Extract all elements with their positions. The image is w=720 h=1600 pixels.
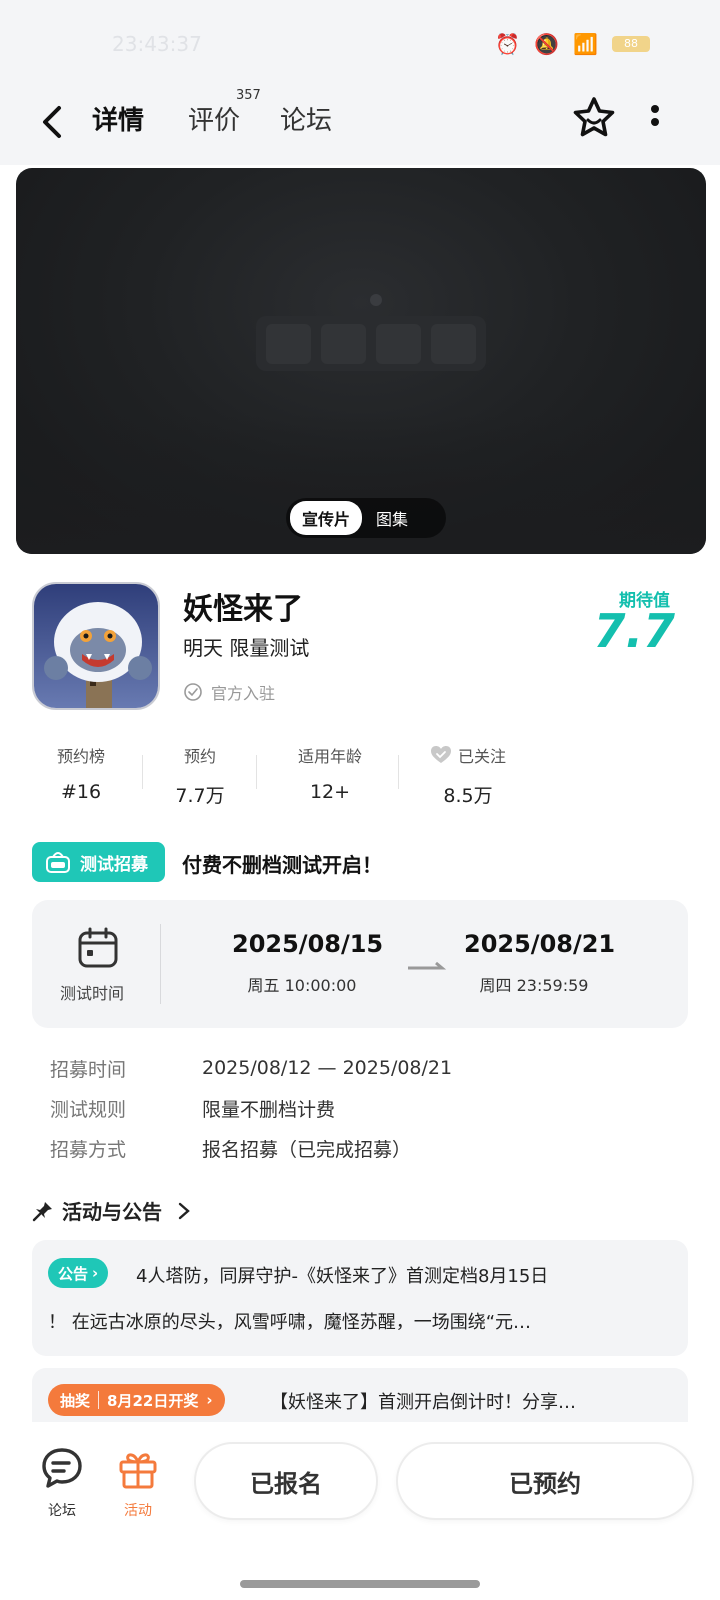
stats-row: 预约榜 #16 预约 7.7万 适用年龄 12+ 已关注 8.5万 (0, 743, 720, 807)
heart-icon (430, 746, 451, 763)
media-toggle: 宣传片 图集 (286, 498, 446, 538)
game-logo-art (256, 294, 486, 371)
calendar-icon (78, 927, 118, 968)
tab-forum[interactable]: 论坛 (280, 100, 332, 137)
bottom-forum-button[interactable]: 论坛 (32, 1446, 92, 1520)
bottom-activity-button[interactable]: 活动 (108, 1446, 168, 1520)
recruit-badge: 测试招募 (32, 842, 165, 882)
status-time: 23:43:37 (112, 32, 202, 56)
tab-detail[interactable]: 详情 (86, 100, 151, 143)
forum-chat-icon (42, 1448, 82, 1488)
recruit-info: 招募时间 2025/08/12 — 2025/08/21 测试规则 限量不删档计… (50, 1048, 452, 1168)
more-options-icon[interactable] (645, 100, 665, 140)
stat-age-rating[interactable]: 适用年龄 12+ (282, 743, 378, 803)
notice-card[interactable]: 公告 › 4人塔防，同屏守护-《妖怪来了》首测定档8月15日 ！ 在远古冰原的尽… (32, 1240, 688, 1356)
expectation-score: 7.7 (593, 604, 676, 658)
game-title: 妖怪来了 (183, 592, 303, 627)
test-time-card: 测试时间 2025/08/15 周五 10:00:00 2025/08/21 周… (32, 900, 688, 1028)
stat-following[interactable]: 已关注 8.5万 (420, 743, 516, 808)
gift-icon (119, 1453, 157, 1489)
review-count: 357 (236, 88, 261, 103)
stat-rank[interactable]: 预约榜 #16 (48, 743, 114, 803)
notice-text-continued: ！ 在远古冰原的尽头，风雪呼啸，魔怪苏醒，一场围绕“元… (48, 1312, 532, 1333)
lottery-card[interactable]: 抽奖 8月22日开奖 › 【妖怪来了】首测开启倒计时！分享… (32, 1368, 688, 1422)
signed-up-button[interactable]: 已报名 (194, 1442, 378, 1520)
check-circle-icon (184, 683, 202, 701)
battery-icon: 88 (612, 36, 650, 52)
wifi-icon: 📶 (573, 32, 598, 56)
home-indicator[interactable] (240, 1580, 480, 1588)
status-icons: ⏰ 🔕 📶 88 (495, 32, 650, 56)
stat-reservations: 预约 7.7万 (175, 747, 225, 807)
toggle-gallery[interactable]: 图集 (362, 506, 422, 530)
official-badge: 官方入驻 (183, 680, 275, 704)
back-arrow-icon[interactable] (34, 102, 74, 142)
tab-review[interactable]: 评价 357 (188, 88, 261, 137)
lottery-tag: 抽奖 8月22日开奖 › (48, 1384, 225, 1416)
notice-text: 4人塔防，同屏守护-《妖怪来了》首测定档8月15日 (136, 1266, 549, 1287)
status-bar: 23:43:37 ⏰ 🔕 📶 88 (0, 0, 720, 80)
chevron-right-icon (178, 1202, 190, 1219)
game-subtitle: 明天 限量测试 (183, 636, 310, 660)
game-app-icon (32, 582, 160, 710)
notice-tag: 公告 › (48, 1258, 109, 1288)
pin-icon (32, 1201, 52, 1221)
toggle-promo-video[interactable]: 宣传片 (290, 501, 363, 535)
promo-video[interactable]: 宣传片 图集 (16, 168, 706, 554)
recruit-period-row: 招募时间 2025/08/12 — 2025/08/21 (50, 1057, 453, 1081)
chevron-right-icon: › (92, 1264, 99, 1282)
test-end: 2025/08/21 周四 23:59:59 (464, 930, 616, 995)
star-favorite-icon[interactable] (570, 94, 618, 142)
test-start: 2025/08/15 周五 10:00:00 (232, 930, 384, 995)
right-arrow-icon (408, 962, 447, 970)
chevron-right-icon: › (206, 1391, 213, 1409)
test-recruit-icon (46, 852, 70, 873)
mute-icon: 🔕 (534, 32, 560, 56)
alarm-icon: ⏰ (495, 32, 521, 56)
activity-header[interactable]: 活动与公告 (32, 1196, 192, 1225)
recruit-title: 付费不删档测试开启！ (182, 853, 382, 877)
reserved-button[interactable]: 已预约 (396, 1442, 694, 1520)
top-nav: 详情 评价 357 论坛 (0, 80, 720, 165)
lottery-text: 【妖怪来了】首测开启倒计时！分享… (270, 1392, 576, 1413)
bottom-action-bar: 论坛 活动 已报名 已预约 (0, 1422, 720, 1600)
test-rule-row: 测试规则 限量不删档计费 (50, 1098, 336, 1121)
recruit-method-row: 招募方式 报名招募（已完成招募） (50, 1138, 412, 1161)
test-time-label: 测试时间 (60, 984, 125, 1003)
